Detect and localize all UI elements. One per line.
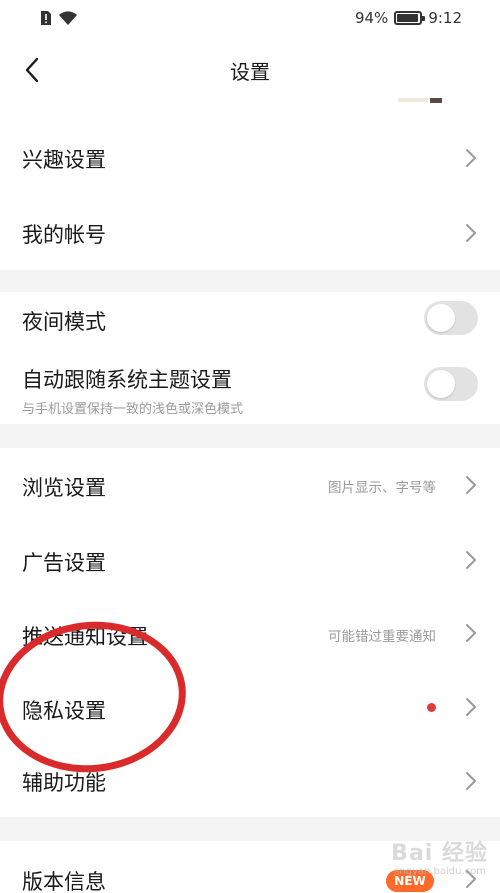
setting-row-label: 辅助功能 — [22, 771, 106, 795]
watermark-text: Bai 经验 — [391, 841, 488, 866]
setting-row-ads[interactable]: 广告设置 — [0, 523, 500, 598]
status-bar: 94% 9:12 — [0, 0, 500, 38]
chevron-right-icon — [466, 624, 476, 642]
setting-row-night-mode: 夜间模式 — [0, 292, 500, 348]
chevron-right-icon — [466, 476, 476, 494]
scrolled-content-edge — [398, 98, 442, 103]
group-divider — [0, 270, 500, 292]
setting-row-browsing[interactable]: 浏览设置 图片显示、字号等 — [0, 448, 500, 523]
group-divider — [0, 424, 500, 448]
setting-row-push-notifications[interactable]: 推送通知设置 可能错过重要通知 — [0, 598, 500, 673]
unread-red-dot — [427, 703, 436, 712]
chevron-right-icon — [466, 149, 476, 167]
setting-row-hint: 可能错过重要通知 — [328, 629, 436, 645]
nav-bar: 设置 — [0, 38, 500, 103]
wifi-icon — [59, 10, 77, 25]
setting-row-label: 广告设置 — [22, 551, 106, 575]
follow-system-theme-toggle[interactable] — [424, 367, 478, 401]
toggle-knob — [427, 304, 455, 332]
night-mode-toggle[interactable] — [424, 301, 478, 335]
setting-row-label: 版本信息 — [22, 870, 106, 893]
status-icons-left — [40, 10, 78, 26]
clock: 9:12 — [428, 9, 462, 27]
chevron-right-icon — [466, 698, 476, 716]
sim-alert-icon — [41, 11, 51, 25]
setting-row-label: 兴趣设置 — [22, 148, 106, 172]
setting-row-interests[interactable]: 兴趣设置 — [0, 120, 500, 195]
setting-row-label: 隐私设置 — [22, 699, 106, 723]
setting-row-label: 夜间模式 — [22, 310, 106, 334]
chevron-right-icon — [466, 551, 476, 569]
chevron-right-icon — [466, 224, 476, 242]
status-icons-right: 94% 9:12 — [355, 9, 462, 27]
setting-row-label: 浏览设置 — [22, 476, 106, 500]
baidu-jingyan-watermark: Bai 经验 — [391, 835, 488, 867]
setting-row-hint: 图片显示、字号等 — [328, 480, 436, 496]
toggle-knob — [427, 370, 455, 398]
setting-row-account[interactable]: 我的帐号 — [0, 195, 500, 270]
setting-row-subtitle: 与手机设置保持一致的浅色或深色模式 — [22, 402, 244, 417]
setting-row-label: 自动跟随系统主题设置 — [22, 368, 232, 392]
watermark-subtext: jingyan.baidu.com — [393, 866, 486, 877]
page-title: 设置 — [230, 60, 270, 84]
setting-row-label: 推送通知设置 — [22, 625, 148, 649]
battery-percent: 94% — [354, 9, 389, 27]
setting-row-label: 我的帐号 — [22, 223, 106, 247]
battery-level-fill — [397, 14, 418, 22]
setting-row-accessibility[interactable]: 辅助功能 — [0, 745, 500, 817]
setting-row-privacy[interactable]: 隐私设置 — [0, 673, 500, 745]
setting-row-follow-system-theme: 自动跟随系统主题设置 与手机设置保持一致的浅色或深色模式 — [0, 348, 500, 424]
battery-icon — [394, 11, 426, 25]
chevron-right-icon — [466, 772, 476, 790]
